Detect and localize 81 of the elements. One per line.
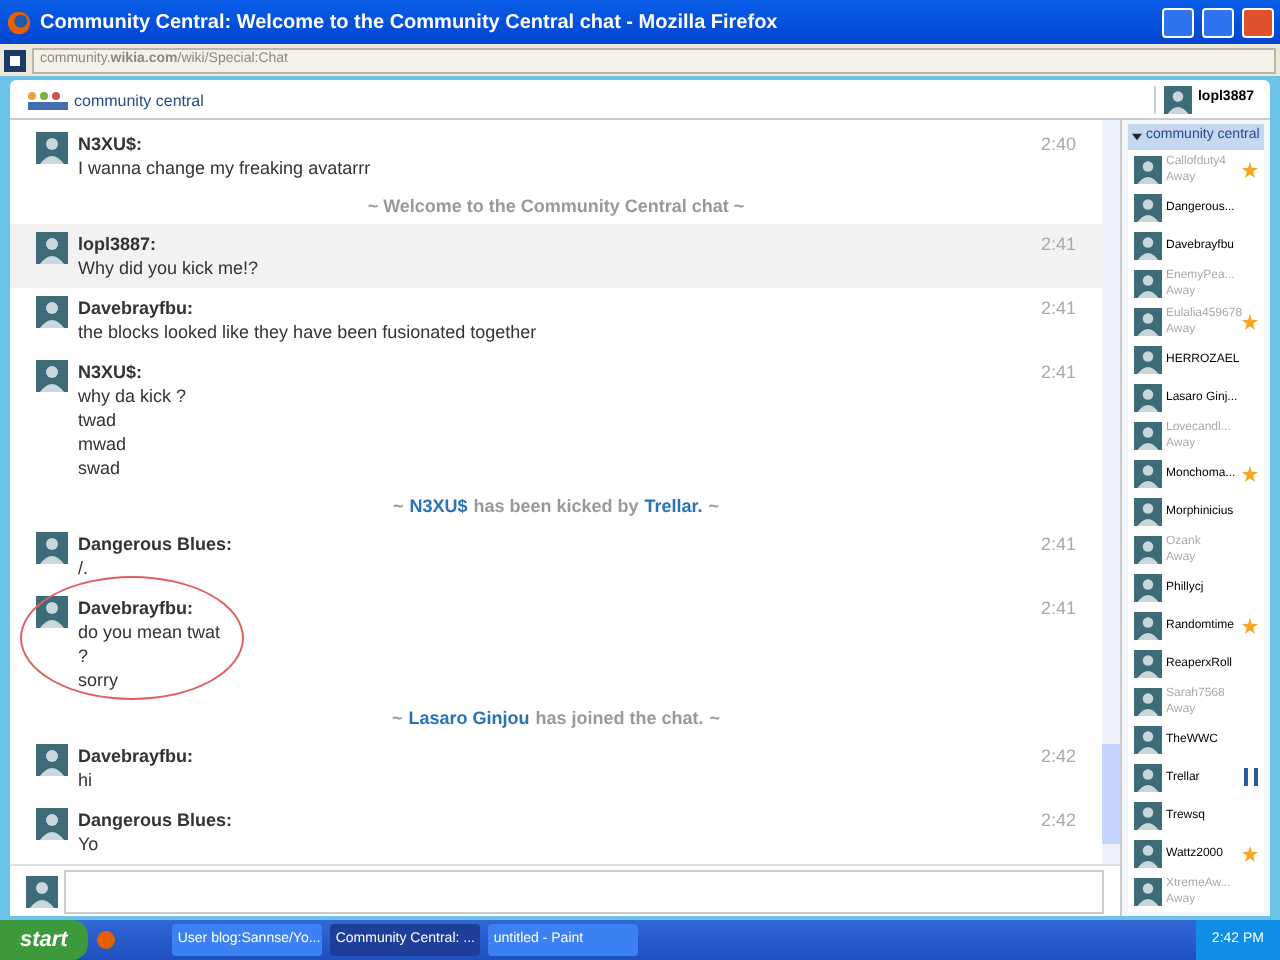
message-text: swad xyxy=(78,456,123,480)
username: Davebrayfbu: xyxy=(78,744,196,768)
avatar-icon xyxy=(1134,269,1162,297)
message-time: 2:40 xyxy=(1040,132,1076,158)
user-link[interactable]: Lasaro Ginjou xyxy=(408,706,530,730)
logo-text: community central xyxy=(74,91,204,109)
notice-text: ~ xyxy=(391,706,403,730)
avatar-icon xyxy=(1134,497,1162,525)
message-time: 2:41 xyxy=(1040,296,1076,322)
message-time: 2:41 xyxy=(1040,232,1076,258)
site-icon xyxy=(4,49,26,71)
close-button[interactable] xyxy=(1242,7,1274,37)
scrollbar[interactable] xyxy=(1102,120,1120,864)
notice-text: ~ xyxy=(708,494,720,518)
message-time: 2:41 xyxy=(1040,532,1076,558)
message-text: do you mean twat xyxy=(78,620,223,644)
avatar-icon xyxy=(1134,839,1162,867)
message-time: 2:42 xyxy=(1040,744,1076,770)
logo-icon xyxy=(26,89,70,109)
username: Davebrayfbu: xyxy=(78,596,196,620)
avatar-icon xyxy=(36,596,68,628)
message-text: ? xyxy=(78,644,91,668)
message-text: why da kick ? xyxy=(78,384,189,408)
username: Davebrayfbu: xyxy=(78,296,196,320)
avatar-icon xyxy=(1134,535,1162,563)
notice-text: ~ xyxy=(709,706,721,730)
avatar-icon xyxy=(26,875,58,907)
message-time: 2:41 xyxy=(1040,360,1076,386)
avatar-icon xyxy=(36,532,68,564)
user-link[interactable]: N3XU$ xyxy=(409,494,468,518)
avatar-icon xyxy=(1134,763,1162,791)
avatar-icon xyxy=(1134,573,1162,601)
avatar-icon xyxy=(1134,611,1162,639)
avatar-icon xyxy=(36,360,68,392)
restore-button[interactable] xyxy=(1202,7,1234,37)
avatar-icon xyxy=(36,808,68,840)
username: Dangerous Blues: xyxy=(78,808,235,832)
message-text: mwad xyxy=(78,432,129,456)
message-text: I wanna change my freaking avatarrr xyxy=(78,156,373,180)
avatar-icon xyxy=(36,296,68,328)
notice-text: has been kicked by xyxy=(473,494,639,518)
username: Dangerous Blues: xyxy=(78,532,235,556)
notice-text: ~ xyxy=(392,494,404,518)
caret-icon xyxy=(1132,132,1142,142)
message-text: the blocks looked like they have been fusionated together xyxy=(78,320,539,344)
avatar-icon xyxy=(1134,345,1162,373)
avatar-icon xyxy=(1134,649,1162,677)
message-text: hi xyxy=(78,768,95,792)
firefox-icon xyxy=(6,9,32,35)
message-text: /. xyxy=(78,556,91,580)
username: N3XU$: xyxy=(78,360,145,384)
avatar-icon xyxy=(36,744,68,776)
minimize-button[interactable] xyxy=(1162,7,1194,37)
avatar-icon xyxy=(1134,801,1162,829)
username: N3XU$: xyxy=(78,132,145,156)
notice-text: has joined the chat. xyxy=(535,706,704,730)
notice-text: ~ Welcome to the Community Central chat ~ xyxy=(367,194,745,218)
avatar-icon xyxy=(36,232,68,264)
user-link[interactable]: Trellar. xyxy=(644,494,703,518)
avatar-icon xyxy=(1134,155,1162,183)
message-time: 2:42 xyxy=(1040,808,1076,834)
message-input[interactable] xyxy=(64,869,1104,913)
avatar-icon xyxy=(1134,459,1162,487)
avatar-icon xyxy=(1134,421,1162,449)
avatar-icon xyxy=(1134,687,1162,715)
avatar-icon xyxy=(1134,193,1162,221)
message-time: 2:41 xyxy=(1040,596,1076,622)
start-button[interactable]: start xyxy=(0,920,88,960)
avatar-icon xyxy=(1134,383,1162,411)
message-text: sorry xyxy=(78,668,120,692)
avatar-icon xyxy=(1134,725,1162,753)
avatar-icon xyxy=(1134,231,1162,259)
username: lopl3887: xyxy=(78,232,159,256)
message-text: Why did you kick me!? xyxy=(78,256,261,280)
message-text: twad xyxy=(78,408,119,432)
message-text: Yo xyxy=(78,832,101,856)
avatar-icon xyxy=(1134,877,1162,905)
window-title: Community Central: Welcome to the Community Central chat - Mozilla Firefox xyxy=(40,9,780,37)
avatar-icon xyxy=(1163,85,1192,113)
avatar-icon xyxy=(36,132,68,164)
avatar-icon xyxy=(1134,307,1162,335)
